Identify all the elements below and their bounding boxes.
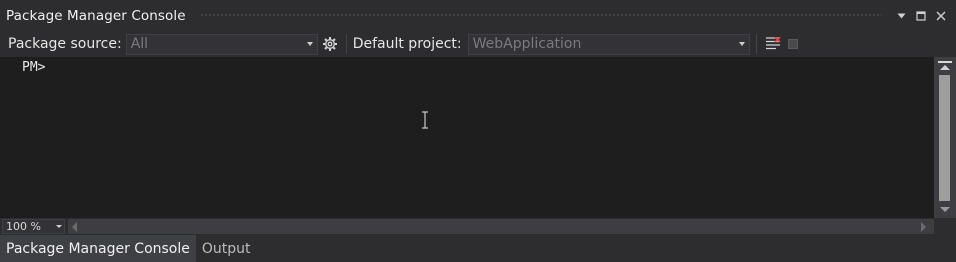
gear-icon	[322, 37, 337, 51]
horizontal-scrollbar[interactable]	[68, 219, 934, 234]
title-bar: Package Manager Console	[0, 0, 956, 31]
scroll-up-icon[interactable]	[940, 65, 950, 70]
default-project-value: WebApplication	[472, 36, 582, 52]
package-source-dropdown[interactable]: All	[125, 33, 318, 55]
chevron-down-icon	[897, 13, 905, 18]
scroll-left-icon[interactable]	[72, 222, 77, 232]
console-toolbar: Package source: All Default project: Web…	[0, 31, 956, 57]
scrollbar-thumb[interactable]	[939, 75, 950, 201]
window-position-dropdown-button[interactable]	[892, 7, 910, 25]
console-output[interactable]: PM>	[0, 57, 934, 218]
zoom-dropdown[interactable]: 100 %	[2, 219, 65, 234]
drag-grip[interactable]	[199, 13, 882, 18]
status-row: 100 %	[0, 218, 956, 235]
clear-console-icon	[765, 37, 781, 50]
tab-label: Package Manager Console	[6, 240, 190, 257]
clear-console-button[interactable]	[763, 34, 783, 54]
tool-window-tabs: Package Manager Console Output	[0, 235, 956, 262]
toolbar-separator	[345, 34, 347, 54]
tab-output[interactable]: Output	[196, 235, 257, 262]
window-buttons	[892, 7, 950, 25]
maximize-button[interactable]	[912, 7, 930, 25]
stop-button[interactable]	[783, 34, 803, 54]
console-prompt: PM>	[22, 60, 46, 75]
default-project-label: Default project:	[352, 36, 462, 52]
package-source-value: All	[130, 36, 149, 52]
vertical-scrollbar[interactable]	[934, 57, 956, 218]
scroll-down-icon[interactable]	[940, 207, 950, 212]
scroll-top-cap	[938, 61, 952, 63]
default-project-dropdown[interactable]: WebApplication	[467, 33, 750, 55]
close-icon	[936, 11, 946, 20]
settings-button[interactable]	[320, 34, 340, 54]
scroll-right-icon[interactable]	[921, 222, 926, 232]
tab-label: Output	[201, 240, 251, 257]
chevron-down-icon	[735, 42, 749, 46]
zoom-level: 100 %	[6, 220, 41, 233]
maximize-icon	[916, 10, 926, 21]
tab-package-manager-console[interactable]: Package Manager Console	[0, 235, 196, 262]
chevron-down-icon	[303, 42, 317, 46]
toolbar-separator	[755, 34, 757, 54]
text-cursor-icon	[422, 111, 428, 129]
stop-icon	[787, 39, 798, 49]
close-button[interactable]	[932, 7, 950, 25]
window-title: Package Manager Console	[6, 7, 186, 24]
package-source-label: Package source:	[8, 36, 122, 52]
chevron-down-icon	[54, 225, 64, 228]
